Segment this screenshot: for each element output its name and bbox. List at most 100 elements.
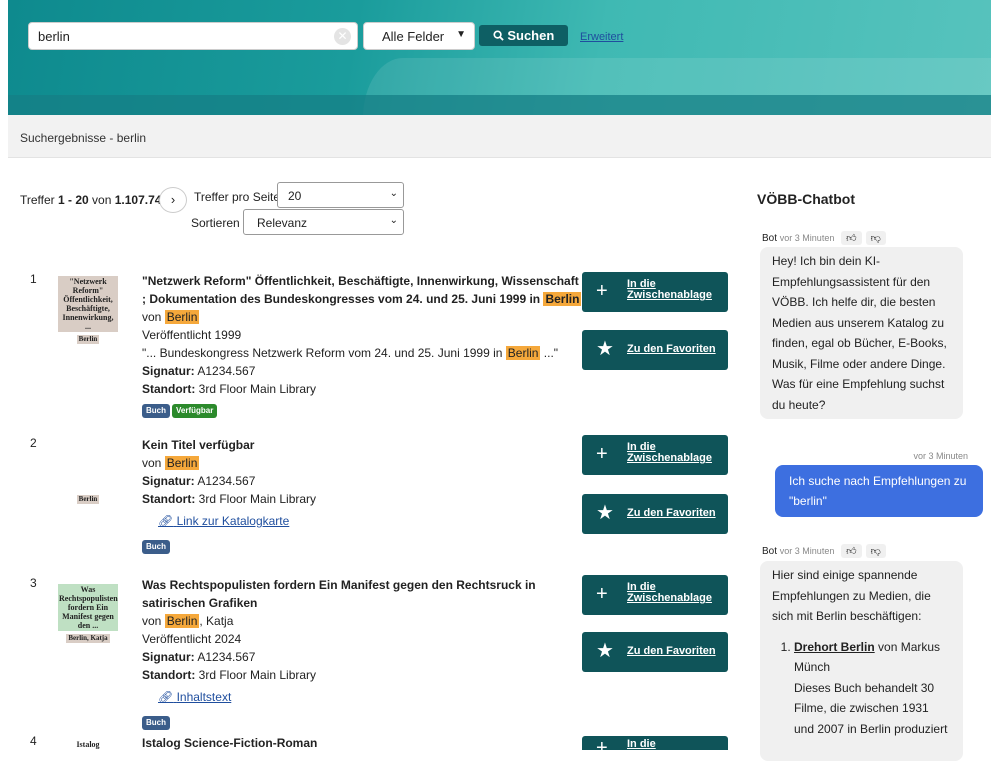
add-to-favorites-button[interactable]: ★ Zu den Favoriten [582, 494, 728, 534]
link-icon: 🔗︎ [158, 690, 174, 704]
result-standort: Standort: 3rd Floor Main Library [142, 666, 582, 684]
result-author[interactable]: Berlin [164, 310, 200, 324]
signatur-value: A1234.567 [197, 364, 256, 378]
results-count: Treffer 1 - 20 von 1.107.744 [20, 193, 168, 207]
catalog-link-row: 🔗︎ Link zur Katalogkarte [142, 512, 582, 530]
add-to-clipboard-button[interactable]: + In die [582, 736, 728, 750]
clipboard-label: In die Zwischenablage [627, 582, 712, 604]
cover-author: Berlin, Katja [66, 634, 110, 643]
clipboard-label: In die Zwischenablage [627, 442, 712, 464]
author-rest: , Katja [199, 614, 234, 628]
results-range: 1 - 20 [58, 193, 89, 207]
content-text-link-text: Inhaltstext [176, 690, 232, 704]
clipboard-label: In die [627, 738, 656, 750]
result-signatur: Signatur: A1234.567 [142, 362, 582, 380]
standort-label: Standort: [142, 492, 196, 506]
add-to-favorites-button[interactable]: ★ Zu den Favoriten [582, 632, 728, 672]
signatur-label: Signatur: [142, 474, 195, 488]
availability-badge: Verfügbar [172, 404, 218, 418]
results-mid: von [88, 193, 115, 207]
result-title[interactable]: "Netzwerk Reform" Öffentlichkeit, Beschä… [142, 272, 582, 308]
sort-select[interactable]: Relevanz ⌄ [243, 209, 404, 235]
search-box: ✕ [28, 22, 358, 50]
message-time: vor 3 Minuten [913, 451, 968, 461]
result-badges: Buch [142, 536, 582, 554]
search-icon [493, 30, 504, 41]
add-to-clipboard-button[interactable]: + In die Zwischenablage [582, 272, 728, 312]
thumbs-down-icon[interactable]: 👎︎ [865, 231, 886, 245]
per-page-select[interactable]: 20 ⌄ [277, 182, 404, 208]
book-cover[interactable]: Istalog [58, 740, 118, 749]
favorites-label: Zu den Favoriten [627, 507, 716, 519]
by-label: von [142, 310, 165, 324]
result-details: Istalog Science-Fiction-Roman [142, 734, 582, 752]
highlight: Berlin [505, 346, 541, 360]
result-author-line: von Berlin [142, 308, 582, 326]
message-time: vor 3 Minuten [779, 546, 835, 556]
by-label: von [142, 614, 165, 628]
recommendation-link[interactable]: Drehort Berlin [794, 640, 875, 654]
book-cover[interactable]: Berlin [58, 492, 118, 504]
bot-message: Hier sind einige spannende Empfehlungen … [760, 561, 963, 761]
per-page-value: 20 [288, 189, 302, 203]
thumbs-up-icon[interactable]: 👍︎ [841, 231, 862, 245]
signatur-label: Signatur: [142, 650, 195, 664]
result-title[interactable]: Istalog Science-Fiction-Roman [142, 734, 582, 752]
advanced-search-link[interactable]: Erweitert [580, 31, 623, 43]
snippet-pre: "... Bundeskongress Netzwerk Reform vom … [142, 346, 506, 360]
book-cover[interactable]: Was Rechtspopulisten fordern Ein Manifes… [58, 584, 118, 643]
user-message: Ich suche nach Empfehlungen zu "berlin" [775, 465, 983, 517]
result-author[interactable]: Berlin [164, 614, 200, 628]
clipboard-label-2: Zwischenablage [627, 289, 712, 301]
search-input[interactable] [29, 23, 319, 49]
plus-icon: + [596, 443, 608, 465]
format-badge: Buch [142, 716, 170, 730]
standort-value: 3rd Floor Main Library [198, 492, 317, 506]
chatbot-title: VÖBB-Chatbot [757, 191, 855, 207]
result-title-text: "Netzwerk Reform" Öffentlichkeit, Beschä… [142, 274, 579, 306]
chevron-right-icon: › [170, 192, 176, 207]
by-label: von [142, 456, 165, 470]
result-signatur: Signatur: A1234.567 [142, 648, 582, 666]
thumbs-down-icon[interactable]: 👎︎ [865, 544, 886, 558]
standort-value: 3rd Floor Main Library [198, 668, 317, 682]
catalog-card-link[interactable]: 🔗︎ Link zur Katalogkarte [158, 514, 289, 528]
clipboard-label: In die Zwischenablage [627, 279, 712, 301]
result-author[interactable]: Berlin [164, 456, 200, 470]
results-prefix: Treffer [20, 193, 59, 207]
format-badge: Buch [142, 540, 170, 554]
result-number: 1 [30, 272, 37, 286]
cover-title: "Netzwerk Reform" Öffentlichkeit, Beschä… [58, 276, 118, 332]
result-title[interactable]: Was Rechtspopulisten fordern Ein Manifes… [142, 576, 582, 612]
snippet-post: ..." [540, 346, 559, 360]
signatur-label: Signatur: [142, 364, 195, 378]
add-to-clipboard-button[interactable]: + In die Zwischenablage [582, 435, 728, 475]
content-text-link[interactable]: 🔗︎ Inhaltstext [158, 690, 231, 704]
breadcrumb-text: Suchergebnisse - berlin [20, 131, 147, 145]
sort-value: Relevanz [257, 216, 308, 230]
plus-icon: + [596, 737, 608, 750]
result-published: Veröffentlicht 2024 [142, 632, 242, 646]
plus-icon: + [596, 583, 608, 605]
bot-message: Hey! Ich bin dein KI-Empfehlungsassisten… [760, 247, 963, 419]
result-details: Was Rechtspopulisten fordern Ein Manifes… [142, 576, 582, 730]
next-page-button[interactable]: › [159, 187, 187, 213]
cover-title: Istalog [76, 740, 100, 749]
content-link-row: 🔗︎ Inhaltstext [142, 688, 582, 706]
result-author-line: von Berlin [142, 454, 582, 472]
star-icon: ★ [596, 338, 614, 360]
result-number: 2 [30, 436, 37, 450]
recommendation-item: Drehort Berlin von Markus MünchDieses Bu… [794, 637, 951, 740]
add-to-clipboard-button[interactable]: + In die Zwischenablage [582, 575, 728, 615]
book-cover[interactable]: "Netzwerk Reform" Öffentlichkeit, Beschä… [58, 276, 118, 344]
clear-icon[interactable]: ✕ [334, 28, 351, 45]
search-button[interactable]: Suchen [479, 25, 568, 46]
signatur-value: A1234.567 [197, 474, 256, 488]
search-field-select[interactable]: Alle Felder ▼ [363, 22, 475, 50]
result-snippet: "... Bundeskongress Netzwerk Reform vom … [142, 344, 582, 362]
thumbs-up-icon[interactable]: 👍︎ [841, 544, 862, 558]
result-signatur: Signatur: A1234.567 [142, 472, 582, 490]
result-title[interactable]: Kein Titel verfügbar [142, 436, 582, 454]
add-to-favorites-button[interactable]: ★ Zu den Favoriten [582, 330, 728, 370]
clipboard-label-2: Zwischenablage [627, 452, 712, 464]
